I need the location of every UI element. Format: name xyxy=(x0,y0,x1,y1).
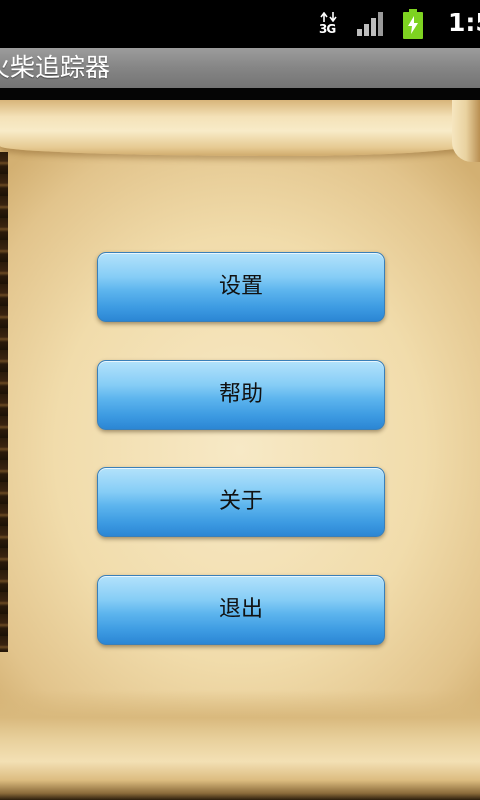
screen: 3G 1:5 火柴追踪器 设置 帮助 关于 退出 xyxy=(0,0,480,800)
settings-button[interactable]: 设置 xyxy=(97,252,385,322)
title-divider xyxy=(0,88,480,100)
network-3g-icon: 3G xyxy=(318,12,340,38)
data-arrows-icon xyxy=(320,12,337,22)
network-type-label: 3G xyxy=(319,22,336,36)
exit-button[interactable]: 退出 xyxy=(97,575,385,645)
battery-charging-icon xyxy=(403,9,423,39)
about-button[interactable]: 关于 xyxy=(97,467,385,537)
settings-button-label: 设置 xyxy=(218,274,263,299)
parchment-background xyxy=(0,100,480,800)
title-bar: 火柴追踪器 xyxy=(0,48,480,88)
exit-button-label: 退出 xyxy=(218,597,263,622)
parchment-corner-curl xyxy=(452,100,480,162)
help-button[interactable]: 帮助 xyxy=(97,360,385,430)
parchment-left-edge xyxy=(0,152,8,652)
parchment-bottom-roll xyxy=(0,690,480,800)
signal-strength-icon xyxy=(357,12,383,36)
parchment-top-roll xyxy=(0,100,480,156)
app-title: 火柴追踪器 xyxy=(0,53,111,82)
help-button-label: 帮助 xyxy=(218,382,263,407)
clock: 1:5 xyxy=(448,8,480,37)
about-button-label: 关于 xyxy=(218,489,263,514)
status-bar: 3G 1:5 xyxy=(0,0,480,48)
